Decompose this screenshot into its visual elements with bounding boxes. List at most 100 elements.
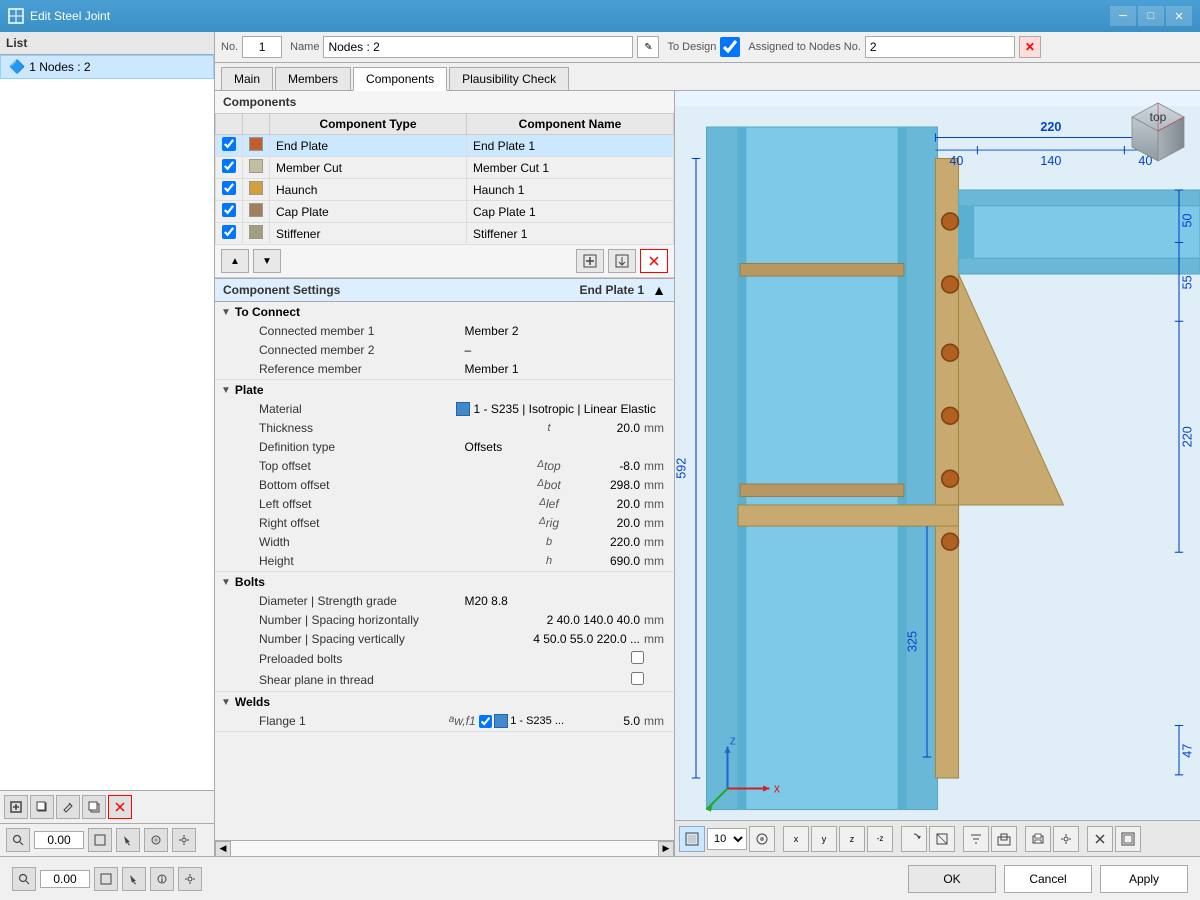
group-to-connect: ▼ To Connect Connected member 1 Member 2 (215, 302, 674, 380)
delete-comp-button[interactable] (640, 249, 668, 273)
wireframe-btn[interactable] (929, 826, 955, 852)
group-to-connect-header[interactable]: ▼ To Connect (215, 302, 674, 322)
cancel-button[interactable]: Cancel (1004, 865, 1092, 893)
duplicate-button[interactable] (82, 795, 106, 819)
settings-header: Component Settings End Plate 1 ▲ (215, 279, 674, 302)
assigned-input[interactable] (865, 36, 1015, 58)
model-btn[interactable] (991, 826, 1017, 852)
comp-check-4[interactable] (222, 225, 236, 239)
view-toggle-btn[interactable] (88, 828, 112, 852)
tab-members[interactable]: Members (275, 67, 351, 90)
hscroll-right-btn[interactable]: ▶ (658, 841, 674, 857)
row-right-offset: Right offset Δrig 20.0 mm (215, 514, 674, 533)
info-btn[interactable] (150, 867, 174, 891)
settings-inner[interactable]: ▼ To Connect Connected member 1 Member 2 (215, 302, 674, 840)
settings-component-name: End Plate 1 (579, 283, 644, 297)
list-item[interactable]: 🔷 1 Nodes : 2 (0, 55, 214, 79)
new-button[interactable] (4, 795, 28, 819)
copy-button[interactable] (30, 795, 54, 819)
view-negz-btn[interactable]: -z (867, 826, 893, 852)
comp-check-3[interactable] (222, 203, 236, 217)
tab-main[interactable]: Main (221, 67, 273, 90)
no-field: No. (221, 36, 282, 58)
render-mode-btn[interactable] (749, 826, 775, 852)
comp-check-0[interactable] (222, 137, 236, 151)
search-bottom-btn[interactable] (12, 867, 36, 891)
group-plate-header[interactable]: ▼ Plate (215, 380, 674, 400)
unit-top-offset: mm (644, 459, 674, 473)
minimize-button[interactable]: ─ (1110, 6, 1136, 26)
comp-check-1[interactable] (222, 159, 236, 173)
view-mode-btn[interactable] (679, 826, 705, 852)
select-btn[interactable] (116, 828, 140, 852)
comp-name-0: End Plate 1 (467, 135, 674, 157)
filter-btn[interactable] (963, 826, 989, 852)
val-spacing-v: 4 50.0 55.0 220.0 ... (533, 632, 644, 646)
row-connected-member-2: Connected member 2 – (215, 341, 674, 360)
cursor-btn[interactable] (122, 867, 146, 891)
label-reference-member: Reference member (255, 362, 465, 376)
settings-btn-left[interactable] (172, 828, 196, 852)
components-section: Components Component Type Component Name (215, 91, 674, 279)
col-check (216, 114, 243, 135)
settings-scroll-up[interactable]: ▲ (652, 282, 666, 298)
view-z-btn[interactable]: z (839, 826, 865, 852)
maximize-button[interactable]: □ (1138, 6, 1164, 26)
mat-indicator-weld (494, 714, 508, 728)
component-row-0[interactable]: End Plate End Plate 1 (216, 135, 674, 157)
view-box-btn[interactable] (94, 867, 118, 891)
preloaded-checkbox[interactable] (631, 651, 644, 664)
zoom-select[interactable]: 10 25 50 (707, 828, 747, 850)
component-row-4[interactable]: Stiffener Stiffener 1 (216, 223, 674, 245)
no-input[interactable] (242, 36, 282, 58)
name-edit-button[interactable]: ✎ (637, 36, 659, 58)
edit-button[interactable] (56, 795, 80, 819)
view-y-btn[interactable]: y (811, 826, 837, 852)
name-field: Name ✎ (290, 36, 659, 58)
close-view-btn[interactable] (1087, 826, 1113, 852)
comp-check-2[interactable] (222, 181, 236, 195)
rotate-btn[interactable] (901, 826, 927, 852)
svg-text:55: 55 (1181, 275, 1195, 289)
shear-plane-checkbox[interactable] (631, 672, 644, 685)
search-btn[interactable] (6, 828, 30, 852)
hscroll-left-btn[interactable]: ◀ (215, 841, 231, 857)
tab-plausibility[interactable]: Plausibility Check (449, 67, 569, 90)
coordinate-display: 0.00 (34, 831, 84, 849)
print-btn[interactable] (1025, 826, 1051, 852)
list-item-label: 1 Nodes : 2 (29, 60, 90, 74)
name-input[interactable] (323, 36, 633, 58)
import-comp-button[interactable] (608, 249, 636, 273)
hscroll-track[interactable] (231, 841, 658, 856)
row-height: Height h 690.0 mm (215, 552, 674, 571)
group-welds-header[interactable]: ▼ Welds (215, 692, 674, 712)
view-cube[interactable]: top (1124, 99, 1192, 167)
component-row-2[interactable]: Haunch Haunch 1 (216, 179, 674, 201)
expand-view-btn[interactable] (1115, 826, 1141, 852)
assigned-clear-button[interactable]: ✕ (1019, 36, 1041, 58)
label-height: Height (255, 554, 534, 568)
delete-button[interactable] (108, 795, 132, 819)
config-btn[interactable] (178, 867, 202, 891)
window-controls: ─ □ ✕ (1110, 6, 1192, 26)
right-panel: No. Name ✎ To Design Assigned to Nodes N… (215, 32, 1200, 856)
move-down-button[interactable]: ▼ (253, 249, 281, 273)
group-bolts-header[interactable]: ▼ Bolts (215, 572, 674, 592)
tab-components[interactable]: Components (353, 67, 447, 91)
comp-color-2 (249, 181, 263, 195)
add-comp-button[interactable] (576, 249, 604, 273)
component-row-3[interactable]: Cap Plate Cap Plate 1 (216, 201, 674, 223)
label-shear-plane: Shear plane in thread (255, 673, 452, 687)
component-row-1[interactable]: Member Cut Member Cut 1 (216, 157, 674, 179)
ok-button[interactable]: OK (908, 865, 996, 893)
view-x-btn[interactable]: x (783, 826, 809, 852)
sym-right-offset: Δrig (534, 516, 564, 530)
move-up-button[interactable]: ▲ (221, 249, 249, 273)
to-design-checkbox[interactable] (720, 37, 740, 57)
apply-button[interactable]: Apply (1100, 865, 1188, 893)
settings-view-btn[interactable] (1053, 826, 1079, 852)
middle-split: Components Component Type Component Name (215, 91, 1200, 856)
flange-check[interactable] (479, 715, 492, 728)
render-btn[interactable] (144, 828, 168, 852)
close-button[interactable]: ✕ (1166, 6, 1192, 26)
